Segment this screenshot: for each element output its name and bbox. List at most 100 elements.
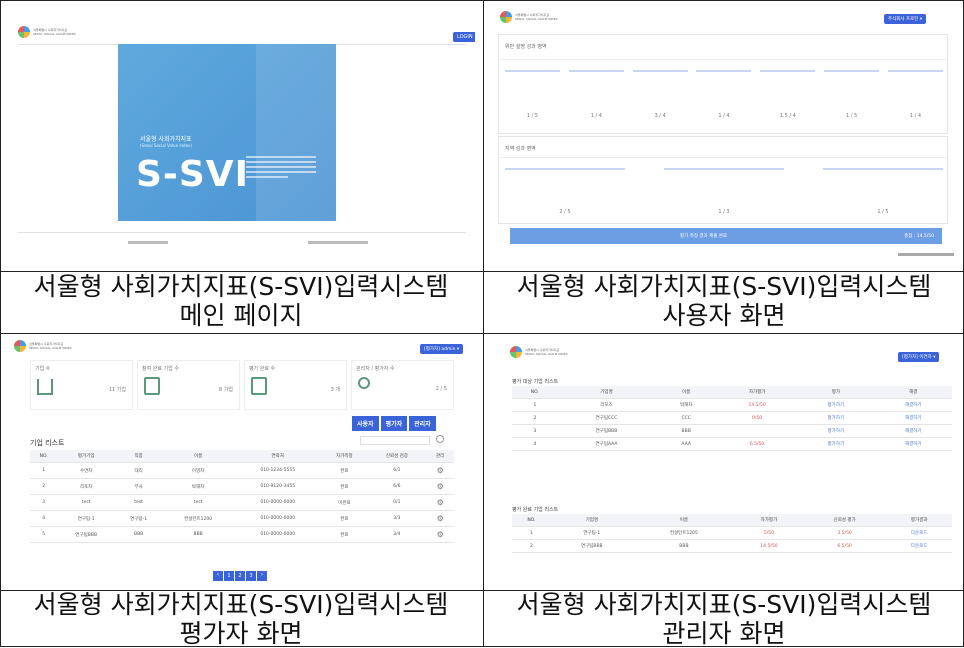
user-menu-button[interactable]: 주식회사 프로틴 ▾ [884, 14, 927, 24]
section-title: 위반 설명 성과 영역 [505, 44, 547, 50]
clipboard-icon [144, 377, 160, 395]
score-value: 1 / 5 [846, 113, 858, 119]
table-cell: 14.5/50 [717, 398, 798, 412]
main-page-screenshot: 서울특별시 사회적가치지표 SEOUL SOCIAL VALUE INDEX LO… [8, 6, 475, 264]
table-cell: 0/1 [367, 494, 427, 511]
pending-table: NO. 기업명 이름 자가평가 평가 해결 1 리포츠 박해차 14.5/50 평가하기 해결하기 2… [512, 386, 952, 451]
column-header: NO. [512, 514, 551, 527]
logo-icon [18, 26, 30, 38]
table-cell: 5/50 [735, 526, 803, 540]
section-card-2: 지역 성과 영역 2 / 5 1 / 3 1 / 5 [498, 136, 949, 224]
stat-card: 참여 완료 기업 수 8 기업 [137, 360, 240, 410]
settings-cell: ⚙ [426, 494, 454, 511]
table-cell [717, 424, 798, 438]
column-header: 연락처 [234, 450, 322, 463]
table-cell: 3.5/50 [802, 526, 887, 540]
evaluate-link[interactable]: 평가하기 [797, 424, 875, 438]
table-cell: 2 [30, 478, 58, 495]
column-header: 신뢰성 평가 [802, 514, 887, 527]
evaluate-link[interactable]: 평가하기 [797, 398, 875, 412]
score-value: 3 / 4 [654, 113, 666, 119]
hero-subtitle: (Seoul Social Value Index) [140, 143, 192, 148]
stat-card: 기업 수 11 기업 [30, 360, 133, 410]
table-cell: 연구팀AAA [557, 437, 656, 451]
gear-icon[interactable]: ⚙ [437, 530, 444, 539]
tab-evaluator[interactable]: 평가자 [380, 416, 408, 431]
caption-line-2: 평가자 화면 [179, 619, 303, 648]
section-title: 지역 성과 영역 [505, 146, 536, 152]
table-cell: AAA [655, 437, 718, 451]
table-cell: 연구팀BBB [57, 526, 116, 543]
score-value: 1 / 4 [590, 113, 602, 119]
table-cell: 2 [512, 539, 551, 553]
resolve-link[interactable]: 해결하기 [874, 411, 952, 425]
table-cell: 연구팀BBB [550, 539, 633, 553]
gear-icon[interactable]: ⚙ [437, 482, 444, 491]
table-cell: 연구팀BBB [557, 424, 656, 438]
search-icon[interactable] [436, 435, 444, 443]
column-header: 평가 [797, 386, 875, 399]
gear-icon[interactable]: ⚙ [437, 466, 444, 475]
column-header: 이름 [632, 514, 735, 527]
table-cell: 6/6 [367, 478, 427, 495]
resolve-link[interactable]: 해결하기 [874, 398, 952, 412]
download-link[interactable]: 다운로드 [886, 526, 952, 540]
page-2-button[interactable]: 2 [235, 571, 245, 581]
score-value: 1 / 3 [718, 209, 730, 215]
score-value: 1 / 5 [877, 209, 889, 215]
settings-cell: ⚙ [426, 478, 454, 495]
column-header: 해결 [874, 386, 952, 399]
logo-icon [510, 346, 522, 358]
site-logo: 서울특별시 사회적가치지표 SEOUL SOCIAL VALUE INDEX [14, 340, 72, 352]
table-cell: 연구팀CCC [557, 411, 656, 425]
table-row: 4 연구팀AAA AAA 6.5/50 평가하기 해결하기 [512, 437, 952, 451]
table-row: 1 연구팀-1 컨설턴트1205 5/50 3.5/50 다운로드 [512, 526, 952, 540]
table-row: 1 리포츠 박해차 14.5/50 평가하기 해결하기 [512, 398, 952, 412]
resolve-link[interactable]: 해결하기 [874, 437, 952, 451]
gear-icon[interactable]: ⚙ [437, 498, 444, 507]
user-menu-button[interactable]: [평가자] admin ▾ [420, 344, 464, 354]
tab-admin[interactable]: 관리자 [409, 416, 436, 431]
column-header: NO. [30, 450, 58, 463]
caption-line-1: 서울형 사회가치지표(S-SVI)입력시스템 [33, 590, 449, 619]
table-row: 1 수면차 대리 이영차 010-1234-5555 완료 6/1 ⚙ [30, 462, 454, 479]
role-tabs: 사용자 평가자 관리자 [352, 416, 436, 431]
table-cell: 완료 [321, 526, 368, 543]
table-cell: CCC [655, 411, 718, 425]
table-cell: 010-0000-0000 [234, 494, 322, 511]
table-cell: 수면차 [57, 462, 116, 479]
caption-line-1: 서울형 사회가치지표(S-SVI)입력시스템 [516, 590, 932, 619]
table-cell: 3 [512, 424, 558, 438]
resolve-link[interactable]: 해결하기 [874, 424, 952, 438]
caption-line-2: 메인 페이지 [179, 301, 303, 330]
next-page-button[interactable]: › [257, 571, 267, 581]
stats-row: 기업 수 11 기업 참여 완료 기업 수 8 기업 평가 완료 수 3 개 관… [30, 360, 454, 410]
table-cell: test [57, 494, 116, 511]
table-cell: 박해차 [655, 398, 718, 412]
list-title: 기업 리스트 [30, 439, 65, 447]
column-header: 기업명 [557, 386, 656, 399]
evaluate-link[interactable]: 평가하기 [797, 411, 875, 425]
tab-user[interactable]: 사용자 [352, 416, 379, 431]
table-cell: 0/50 [717, 411, 798, 425]
user-menu-button[interactable]: [평가자] 이연차 ▾ [898, 352, 940, 362]
table-row: 3 연구팀BBB BBB 평가하기 해결하기 [512, 424, 952, 438]
table-cell: 연구팀-1 [57, 510, 116, 527]
caption-admin: 서울형 사회가치지표(S-SVI)입력시스템 관리자 화면 [483, 590, 964, 648]
page-1-button[interactable]: 1 [224, 571, 234, 581]
score-value: 1.5 / 4 [779, 113, 796, 119]
prev-page-button[interactable]: ‹ [213, 571, 223, 581]
page-3-button[interactable]: 3 [246, 571, 256, 581]
submit-status-bar: 평가 측정 결과 제출 완료 총점 : 14.5/50 [510, 228, 942, 244]
download-link[interactable]: 다운로드 [886, 539, 952, 553]
login-button[interactable]: LOGIN [453, 32, 475, 42]
table-cell: 14.5/50 [735, 539, 803, 553]
evaluate-link[interactable]: 평가하기 [797, 437, 875, 451]
gear-icon[interactable]: ⚙ [437, 514, 444, 523]
column-header: 신뢰성 검증 [367, 450, 427, 463]
table-cell: 6/1 [367, 462, 427, 479]
table-row: 3 test test test 010-0000-0000 미완료 0/1 ⚙ [30, 494, 454, 511]
company-table: NO. 평가기업 직함 이름 연락처 자가측정 신뢰성 검증 관리 1 수면차 대리 이영차 010-… [30, 450, 454, 543]
table-cell: 4 [512, 437, 558, 451]
search-input[interactable] [360, 436, 430, 445]
